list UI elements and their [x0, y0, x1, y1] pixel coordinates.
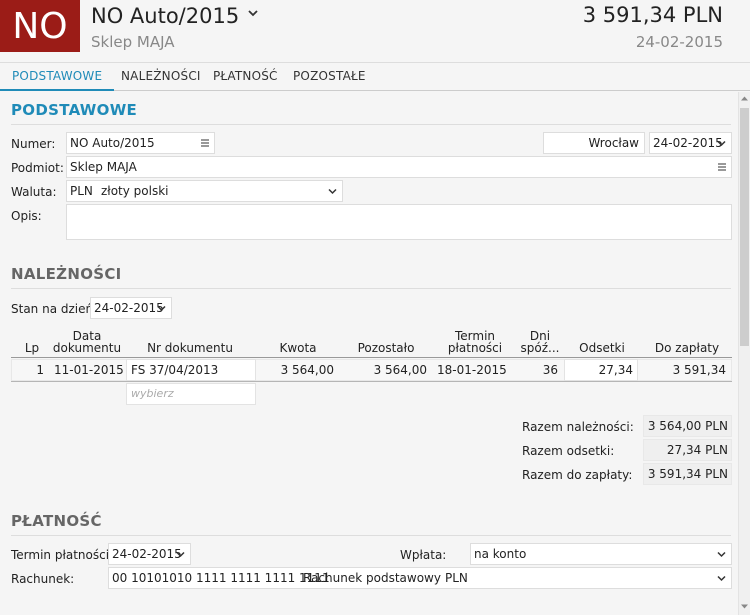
razem-odsetki-value: 27,34 PLN: [666, 443, 728, 457]
podmiot-field[interactable]: Sklep MAJA: [66, 156, 732, 178]
rachunek-label: Rachunek:: [11, 572, 75, 586]
stan-date-value: 24-02-2015: [94, 301, 164, 315]
row-pozostalo: 3 564,00: [373, 363, 427, 377]
column-header-pozostalo[interactable]: Pozostało: [342, 342, 430, 354]
razem-do-zaplaty-label: Razem do zapłaty:: [522, 468, 633, 482]
numer-field[interactable]: NO Auto/2015: [66, 132, 215, 154]
row-nr[interactable]: FS 37/04/2013: [131, 359, 251, 381]
chevron-down-icon: [157, 305, 166, 312]
scrollbar-thumb[interactable]: [740, 108, 749, 346]
table-row-divider: [11, 381, 732, 382]
tab-pozostale[interactable]: POZOSTAŁE: [293, 63, 366, 91]
new-row-placeholder: wybierz: [131, 387, 174, 400]
document-title[interactable]: NO Auto/2015: [91, 4, 239, 28]
termin-platnosci-value: 24-02-2015: [112, 547, 182, 561]
chevron-down-icon[interactable]: [246, 6, 260, 20]
section-title-podstawowe: PODSTAWOWE: [11, 101, 138, 119]
tab-podstawowe[interactable]: PODSTAWOWE: [0, 63, 115, 91]
waluta-code: PLN: [70, 184, 93, 198]
section-title-platnosc: PŁATNOŚĆ: [11, 512, 102, 530]
column-header-termin-line2[interactable]: płatności: [434, 342, 516, 354]
razem-do-zaplaty-value: 3 591,34 PLN: [647, 467, 728, 481]
hamburger-icon[interactable]: [718, 163, 726, 171]
stan-label: Stan na dzień:: [11, 302, 98, 316]
numer-label: Numer:: [11, 137, 56, 151]
column-header-dni-line2[interactable]: spóź...: [518, 342, 562, 354]
section-divider: [11, 124, 731, 125]
wplata-value: na konto: [474, 547, 527, 561]
chevron-down-icon: [717, 575, 726, 582]
chevron-down-icon: [717, 140, 726, 147]
waluta-name: złoty polski: [101, 184, 169, 198]
opis-textarea[interactable]: [66, 204, 732, 240]
scroll-up-arrow-icon[interactable]: [740, 94, 749, 103]
podmiot-value: Sklep MAJA: [70, 160, 137, 174]
chevron-down-icon: [328, 188, 337, 195]
column-header-lp[interactable]: Lp: [18, 342, 46, 354]
document-subtitle: Sklep MAJA: [91, 33, 175, 51]
section-title-naleznosci: NALEŻNOŚCI: [11, 265, 122, 283]
scroll-down-arrow-icon[interactable]: [740, 602, 749, 611]
column-header-data-line2[interactable]: dokumentu: [50, 342, 124, 354]
row-odsetki[interactable]: 27,34: [566, 359, 633, 381]
column-header-nr[interactable]: Nr dokumentu: [128, 342, 252, 354]
document-header: NO NO Auto/2015 Sklep MAJA 3 591,34 PLN …: [0, 0, 750, 62]
row-dni: 36: [542, 363, 558, 377]
column-header-odsetki[interactable]: Odsetki: [566, 342, 638, 354]
hamburger-icon[interactable]: [201, 139, 209, 147]
waluta-label: Waluta:: [11, 185, 57, 199]
razem-naleznosci-value: 3 564,00 PLN: [647, 419, 728, 433]
tab-naleznosci[interactable]: NALEŻNOŚCI: [121, 63, 201, 91]
numer-value: NO Auto/2015: [70, 136, 155, 150]
section-divider: [11, 535, 731, 536]
issue-date-picker[interactable]: 24-02-2015: [649, 132, 732, 154]
tab-platnosc[interactable]: PŁATNOŚĆ: [213, 63, 278, 91]
wplata-select[interactable]: na konto: [470, 543, 732, 565]
rachunek-currency: PLN: [445, 571, 468, 585]
place-value: Wrocław: [588, 136, 639, 150]
termin-platnosci-picker[interactable]: 24-02-2015: [108, 543, 191, 565]
document-date: 24-02-2015: [635, 33, 723, 51]
row-do-zaplaty: 3 591,34: [672, 363, 726, 377]
tab-bar: PODSTAWOWE NALEŻNOŚCI PŁATNOŚĆ POZOSTAŁE: [0, 62, 750, 91]
document-amount: 3 591,34 PLN: [582, 3, 723, 27]
section-divider: [11, 288, 731, 289]
razem-odsetki-label: Razem odsetki:: [522, 444, 615, 458]
termin-platnosci-label: Termin płatności:: [11, 548, 114, 562]
column-header-kwota[interactable]: Kwota: [258, 342, 338, 354]
row-data: 11-01-2015: [54, 363, 124, 377]
chevron-down-icon: [717, 551, 726, 558]
rachunek-select[interactable]: 00 10101010 1111 1111 1111 1111 Rachunek…: [108, 567, 732, 589]
column-header-do-zaplaty[interactable]: Do zapłaty: [642, 342, 732, 354]
row-termin: 18-01-2015: [437, 363, 507, 377]
row-lp: 1: [36, 363, 44, 377]
stan-date-picker[interactable]: 24-02-2015: [90, 297, 172, 319]
table-header-divider: [11, 357, 732, 358]
waluta-select[interactable]: PLN złoty polski: [66, 180, 343, 202]
razem-naleznosci-label: Razem należności:: [522, 420, 634, 434]
rachunek-name: Rachunek podstawowy: [303, 571, 441, 585]
place-field[interactable]: Wrocław: [543, 132, 645, 154]
opis-label: Opis:: [11, 209, 42, 223]
chevron-down-icon: [176, 551, 185, 558]
rachunek-number: 00 10101010 1111 1111 1111 1111: [112, 571, 330, 585]
podmiot-label: Podmiot:: [11, 161, 64, 175]
wplata-label: Wpłata:: [400, 548, 447, 562]
issue-date-value: 24-02-2015: [653, 136, 723, 150]
row-kwota: 3 564,00: [280, 363, 334, 377]
document-type-badge: NO: [0, 0, 80, 52]
